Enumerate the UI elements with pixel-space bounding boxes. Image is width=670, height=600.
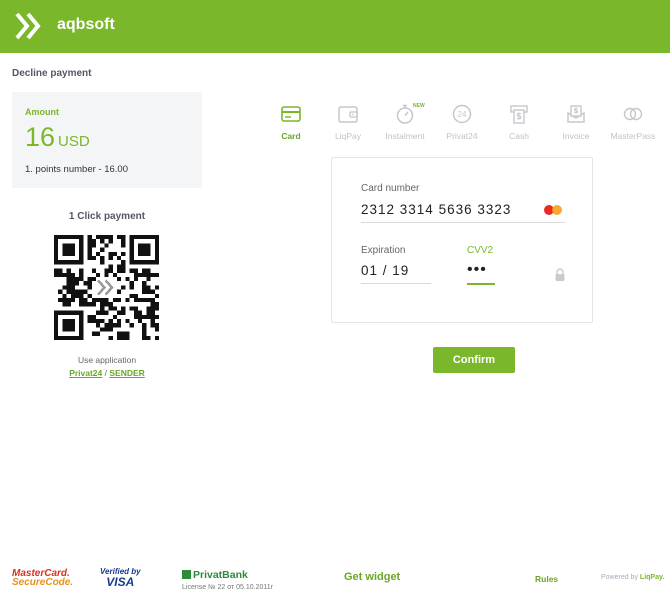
new-badge: NEW <box>413 103 425 109</box>
privatbank-license: License № 22 от 05.10.2011г <box>182 584 274 591</box>
mastercard-securecode-logo: MasterCard. SecureCode. <box>12 569 74 588</box>
one-click-title: 1 Click payment <box>68 211 146 222</box>
qr-code <box>54 235 159 340</box>
cash-icon <box>510 105 528 124</box>
amount-panel: Amount 16 USD 1. points number - 16.00 <box>12 92 202 188</box>
card-number-input[interactable]: 2312 3314 5636 3323 <box>361 202 511 217</box>
app-links: Privat24 / SENDER <box>12 368 202 378</box>
privatbank-logo: PrivatBank License № 22 от 05.10.2011г <box>182 569 273 591</box>
amount-description: 1. points number - 16.00 <box>25 164 128 175</box>
tab-invoice[interactable]: Invoice <box>544 103 608 141</box>
masterpass-icon <box>623 107 643 121</box>
amount-value: 16 USD <box>25 122 90 153</box>
tab-privat24-label: Privat24 <box>446 131 478 141</box>
powered-prefix: Powered by <box>601 574 640 581</box>
card-icon <box>281 106 301 122</box>
tab-card-label: Card <box>281 131 301 141</box>
mastercard-line2: SecureCode. <box>12 577 74 588</box>
powered-by-liqpay: Powered by LiqPay. <box>601 574 664 581</box>
header-bar: aqbsoft <box>0 0 670 53</box>
tab-card[interactable]: Card <box>259 103 323 141</box>
verified-by-visa-logo: Verified by VISA <box>100 567 141 589</box>
lock-icon <box>555 268 565 281</box>
privat24-link[interactable]: Privat24 <box>69 368 102 378</box>
mastercard-icon <box>544 205 562 215</box>
expiration-label: Expiration <box>361 245 406 256</box>
expiration-underline <box>361 283 431 284</box>
card-number-label: Card number <box>361 183 420 194</box>
tab-instalment[interactable]: NEW Instalment <box>373 103 437 141</box>
sender-link[interactable]: SENDER <box>109 368 144 378</box>
tab-masterpass-label: MasterPass <box>610 131 656 141</box>
card-form: Card number 2312 3314 5636 3323 Expirati… <box>331 157 593 323</box>
page-title: Decline payment <box>12 68 92 79</box>
expiration-input[interactable]: 01 / 19 <box>361 263 409 278</box>
double-chevron-logo-icon <box>15 12 41 40</box>
rules-link[interactable]: Rules <box>535 574 558 584</box>
tab-invoice-label: Invoice <box>562 131 590 141</box>
confirm-button[interactable]: Confirm <box>433 347 515 373</box>
tab-liqpay[interactable]: LiqPay <box>316 103 380 141</box>
privat24-icon: 24 <box>452 104 472 124</box>
tab-masterpass[interactable]: MasterPass <box>601 103 665 141</box>
privatbank-name: PrivatBank <box>193 569 248 581</box>
amount-currency: USD <box>58 133 90 150</box>
privat24-icon-text: 24 <box>458 110 467 119</box>
cvv-label: CVV2 <box>467 245 494 256</box>
privatbank-mark-icon <box>182 570 191 579</box>
amount-number: 16 <box>25 122 56 152</box>
wallet-icon <box>338 106 358 123</box>
use-application-label: Use application <box>77 355 137 365</box>
tab-cash[interactable]: Cash <box>487 103 551 141</box>
tab-liqpay-label: LiqPay <box>335 131 361 141</box>
cvv-input[interactable]: ••• <box>467 261 487 279</box>
tab-privat24[interactable]: 24 Privat24 <box>430 103 494 141</box>
tab-cash-label: Cash <box>509 131 529 141</box>
cvv-underline <box>467 283 495 285</box>
card-number-underline <box>361 222 565 223</box>
brand-name: aqbsoft <box>57 16 115 33</box>
visa-line2: VISA <box>106 575 135 589</box>
get-widget-link[interactable]: Get widget <box>344 571 400 583</box>
powered-brand: LiqPay. <box>639 574 665 581</box>
tab-instalment-label: Instalment <box>385 131 425 141</box>
invoice-icon <box>567 105 585 123</box>
amount-label: Amount <box>25 107 59 117</box>
